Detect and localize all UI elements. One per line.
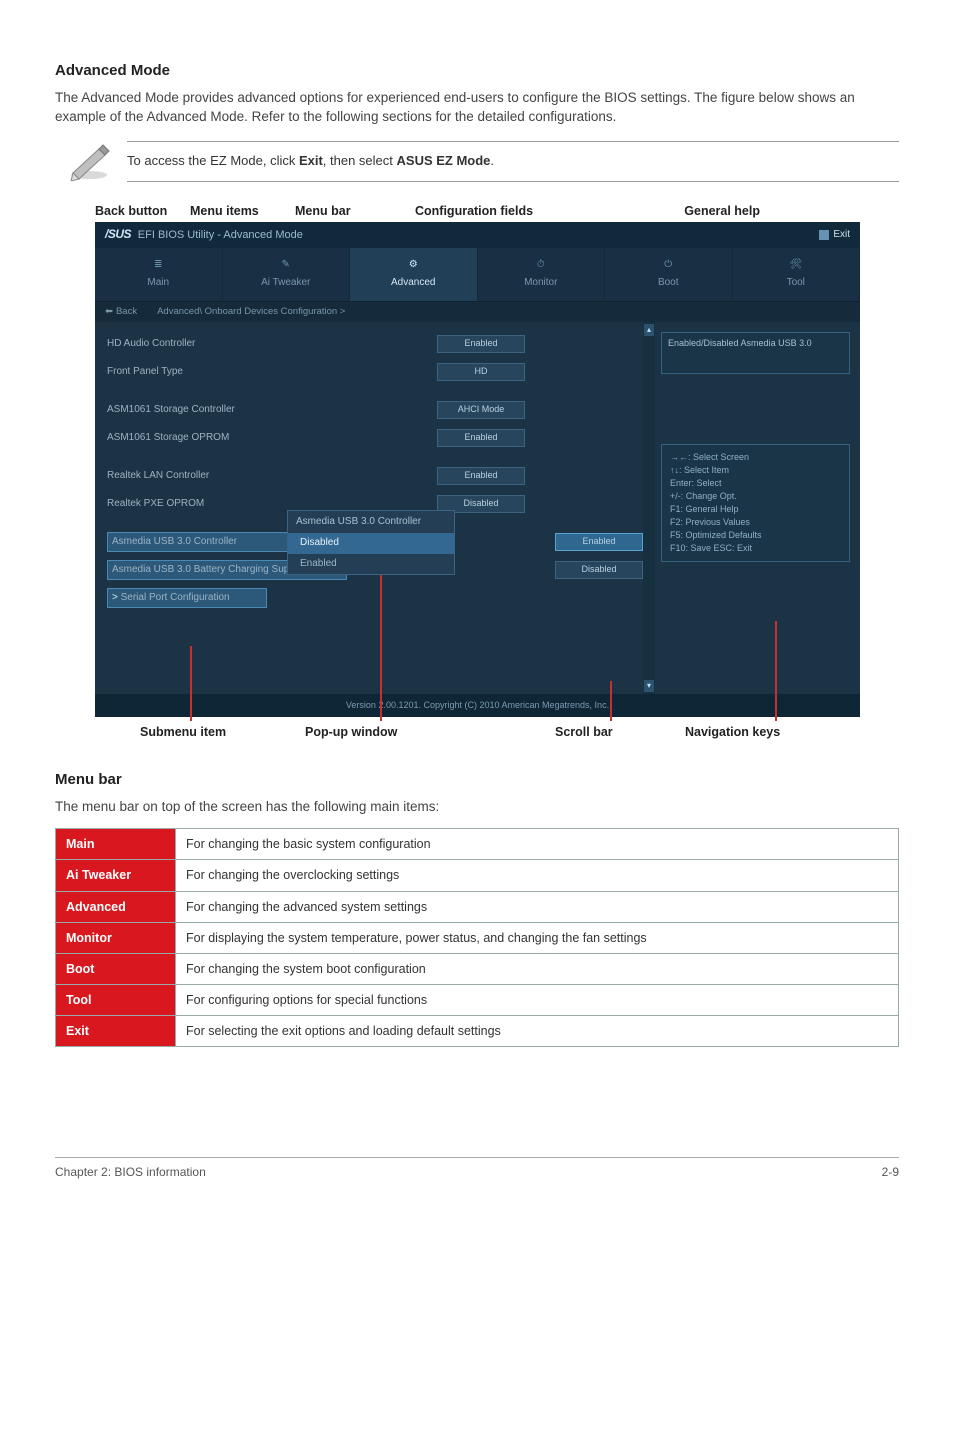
cfg-value-highlighted[interactable]: Enabled — [555, 533, 643, 551]
nav-key-line: F10: Save ESC: Exit — [670, 542, 841, 555]
nav-key-line: F2: Previous Values — [670, 516, 841, 529]
scroll-up-icon[interactable]: ▴ — [644, 324, 654, 336]
general-help-box: Enabled/Disabled Asmedia USB 3.0 — [661, 332, 850, 374]
nav-key-line: F1: General Help — [670, 503, 841, 516]
bios-left-pane: HD Audio Controller Enabled Front Panel T… — [95, 322, 643, 694]
table-row: ExitFor selecting the exit options and l… — [56, 1016, 899, 1047]
callout-line — [775, 621, 777, 721]
label-popup-window: Pop-up window — [275, 723, 475, 741]
intro-paragraph: The Advanced Mode provides advanced opti… — [55, 88, 899, 127]
exit-button[interactable]: Exit — [819, 228, 850, 243]
advanced-icon: ⚙ — [404, 258, 422, 272]
list-icon: ≣ — [149, 258, 167, 272]
label-navigation-keys: Navigation keys — [645, 723, 899, 741]
cfg-label: ASM1061 Storage Controller — [107, 403, 367, 418]
tab-boot[interactable]: ⏻Boot — [605, 248, 733, 301]
bios-right-pane: Enabled/Disabled Asmedia USB 3.0 →←: Sel… — [655, 322, 860, 694]
table-row: MainFor changing the basic system config… — [56, 829, 899, 860]
tab-advanced[interactable]: ⚙Advanced — [350, 248, 478, 301]
diagram-labels-bottom: Submenu item Pop-up window Scroll bar Na… — [95, 723, 899, 741]
label-back-button: Back button — [95, 202, 190, 220]
menu-bar-table: MainFor changing the basic system config… — [55, 828, 899, 1047]
back-label[interactable]: Back — [116, 305, 137, 319]
cfg-value[interactable]: HD — [437, 363, 525, 381]
cfg-value[interactable]: Enabled — [437, 335, 525, 353]
cfg-label: ASM1061 Storage OPROM — [107, 431, 367, 446]
section-heading: Advanced Mode — [55, 60, 899, 82]
nav-key-line: ↑↓: Select Item — [670, 464, 841, 477]
table-row: MonitorFor displaying the system tempera… — [56, 922, 899, 953]
monitor-icon: ⏱ — [532, 258, 550, 272]
scrollbar[interactable]: ▴ ▾ — [643, 322, 655, 694]
footer-right: 2-9 — [882, 1164, 899, 1181]
label-menu-bar: Menu bar — [295, 202, 415, 220]
cfg-value[interactable]: AHCI Mode — [437, 401, 525, 419]
back-breadcrumb-row: ⬅ Back Advanced\ Onboard Devices Configu… — [95, 302, 860, 322]
submenu-item[interactable]: > Serial Port Configuration — [107, 588, 267, 609]
label-config-fields: Configuration fields — [415, 202, 610, 220]
popup-option[interactable]: Enabled — [288, 554, 454, 575]
bios-title-text: EFI BIOS Utility - Advanced Mode — [138, 229, 303, 241]
tab-main[interactable]: ≣Main — [95, 248, 223, 301]
label-general-help: General help — [610, 202, 760, 220]
menubar-intro: The menu bar on top of the screen has th… — [55, 797, 899, 817]
nav-key-line: →←: Select Screen — [670, 451, 841, 464]
breadcrumb: Advanced\ Onboard Devices Configuration … — [157, 305, 345, 319]
note-text: To access the EZ Mode, click Exit, then … — [127, 141, 899, 182]
callout-line — [610, 681, 612, 721]
tab-monitor[interactable]: ⏱Monitor — [478, 248, 606, 301]
note-callout: To access the EZ Mode, click Exit, then … — [65, 141, 899, 182]
pencil-icon — [65, 141, 113, 181]
bios-window: /SUS EFI BIOS Utility - Advanced Mode Ex… — [95, 222, 860, 717]
cfg-label-highlighted[interactable]: Asmedia USB 3.0 Controller — [107, 532, 307, 553]
popup-title: Asmedia USB 3.0 Controller — [288, 511, 454, 534]
cfg-label: HD Audio Controller — [107, 337, 367, 352]
table-row: ToolFor configuring options for special … — [56, 984, 899, 1015]
label-submenu-item: Submenu item — [95, 723, 275, 741]
table-row: BootFor changing the system boot configu… — [56, 953, 899, 984]
label-menu-items: Menu items — [190, 202, 295, 220]
navigation-keys-box: →←: Select Screen ↑↓: Select Item Enter:… — [661, 444, 850, 562]
popup-window: Asmedia USB 3.0 Controller Disabled Enab… — [287, 510, 455, 576]
nav-key-line: F5: Optimized Defaults — [670, 529, 841, 542]
nav-key-line: Enter: Select — [670, 477, 841, 490]
cfg-label: Front Panel Type — [107, 365, 367, 380]
cfg-value[interactable]: Enabled — [437, 429, 525, 447]
tweaker-icon: ✎ — [277, 258, 295, 272]
tool-icon: 🛠 — [787, 258, 805, 272]
table-row: AdvancedFor changing the advanced system… — [56, 891, 899, 922]
exit-icon — [819, 230, 829, 240]
power-icon: ⏻ — [659, 258, 677, 272]
scroll-down-icon[interactable]: ▾ — [644, 680, 654, 692]
cfg-value[interactable]: Disabled — [555, 561, 643, 579]
tab-tool[interactable]: 🛠Tool — [733, 248, 861, 301]
section-heading: Menu bar — [55, 769, 899, 791]
tab-ai-tweaker[interactable]: ✎Ai Tweaker — [223, 248, 351, 301]
diagram-labels-top: Back button Menu items Menu bar Configur… — [95, 202, 899, 220]
bios-tab-row: ≣Main ✎Ai Tweaker ⚙Advanced ⏱Monitor ⏻Bo… — [95, 248, 860, 302]
callout-line — [190, 646, 192, 721]
cfg-value[interactable]: Enabled — [437, 467, 525, 485]
back-arrow-icon[interactable]: ⬅ — [105, 305, 113, 319]
callout-line — [380, 566, 382, 721]
bios-titlebar: /SUS EFI BIOS Utility - Advanced Mode Ex… — [95, 222, 860, 248]
popup-option[interactable]: Disabled — [288, 533, 454, 554]
version-bar: Version 2.00.1201. Copyright (C) 2010 Am… — [95, 694, 860, 717]
footer-left: Chapter 2: BIOS information — [55, 1164, 206, 1181]
page-footer: Chapter 2: BIOS information 2-9 — [55, 1157, 899, 1181]
cfg-label: Realtek LAN Controller — [107, 469, 367, 484]
label-scroll-bar: Scroll bar — [475, 723, 645, 741]
nav-key-line: +/-: Change Opt. — [670, 490, 841, 503]
asus-logo: /SUS — [105, 227, 131, 241]
table-row: Ai TweakerFor changing the overclocking … — [56, 860, 899, 891]
